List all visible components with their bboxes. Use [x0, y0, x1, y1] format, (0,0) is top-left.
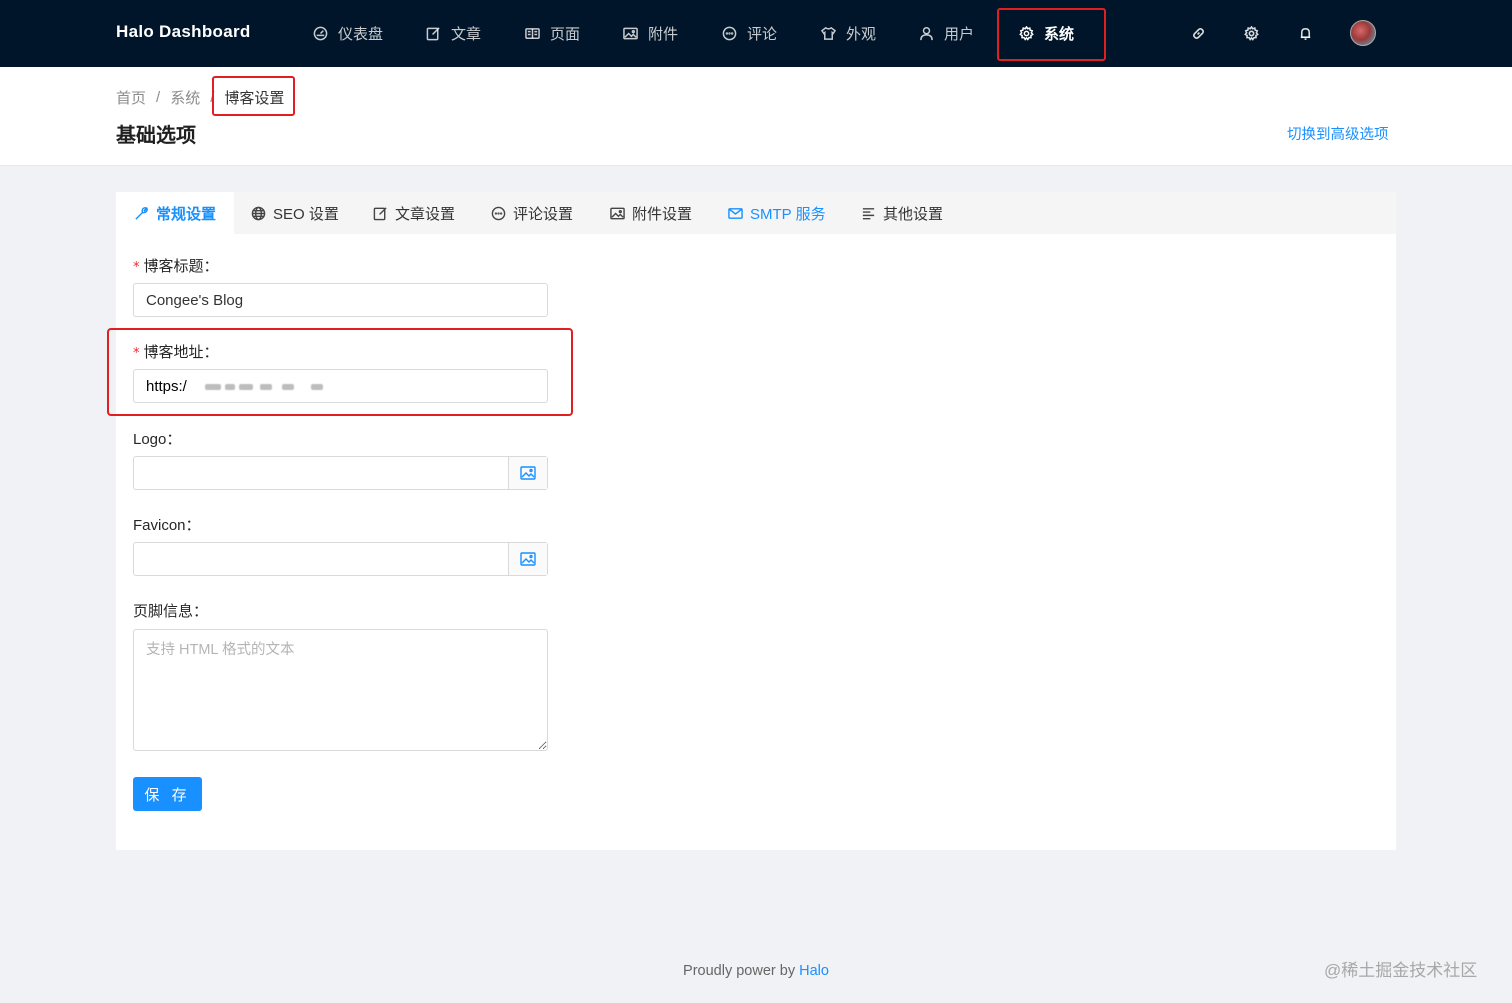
nav-item-label: 附件 — [648, 26, 679, 43]
favicon-label: Favicon： — [133, 517, 201, 534]
page-footer: Proudly power by Halo — [0, 963, 1512, 979]
read-icon — [525, 28, 540, 39]
settings-tabs: 常规设置 SEO 设置 文章设置 评论设置 附件设置 SMTP 服务 其他设置 — [116, 192, 1396, 234]
nav-item-label: 外观 — [846, 26, 877, 43]
nav-item-label: 文章 — [451, 26, 482, 43]
switch-advanced-link[interactable]: 切换到高级选项 — [1287, 123, 1389, 144]
tab-other[interactable]: 其他设置 — [861, 192, 943, 234]
user-icon — [920, 26, 933, 41]
breadcrumb-separator: / — [156, 89, 161, 106]
footer-text: Proudly power by — [683, 963, 800, 979]
brand-logo[interactable]: Halo Dashboard — [116, 22, 251, 42]
picture-icon — [610, 207, 625, 219]
nav-item-users[interactable]: 用户 — [919, 0, 974, 67]
tab-comment[interactable]: 评论设置 — [491, 192, 573, 234]
blog-title-label: * 博客标题： — [133, 258, 219, 275]
picture-icon — [520, 552, 536, 566]
picture-icon — [623, 27, 638, 40]
tab-seo[interactable]: SEO 设置 — [251, 192, 339, 234]
tab-label: 其他设置 — [883, 205, 944, 223]
tab-label: SMTP 服务 — [750, 205, 826, 223]
logo-label: Logo： — [133, 431, 182, 448]
favicon-input[interactable] — [134, 543, 508, 575]
picture-icon — [520, 466, 536, 480]
highlight-box-breadcrumb — [212, 76, 295, 116]
save-button[interactable]: 保 存 — [133, 777, 202, 811]
footer-halo-link[interactable]: Halo — [799, 963, 829, 979]
nav-item-pages[interactable]: 页面 — [525, 0, 580, 67]
footer-info-label: 页脚信息： — [133, 603, 209, 620]
logo-field[interactable] — [133, 456, 548, 490]
favicon-field[interactable] — [133, 542, 548, 576]
highlight-box-blog-url — [107, 328, 573, 416]
settings-card: 常规设置 SEO 设置 文章设置 评论设置 附件设置 SMTP 服务 其他设置 … — [116, 192, 1396, 850]
bell-icon[interactable] — [1297, 24, 1313, 42]
tool-icon — [135, 206, 148, 220]
tab-post[interactable]: 文章设置 — [373, 192, 455, 234]
blog-title-input[interactable] — [133, 283, 548, 317]
nav-item-dashboard[interactable]: 仪表盘 — [313, 0, 383, 67]
link-icon[interactable] — [1190, 24, 1206, 42]
watermark: @稀土掘金技术社区 — [1324, 961, 1478, 980]
avatar[interactable] — [1350, 20, 1376, 46]
tab-label: 文章设置 — [395, 205, 456, 223]
breadcrumb-system[interactable]: 系统 — [170, 87, 200, 108]
tab-label: SEO 设置 — [273, 205, 339, 223]
page-title: 基础选项 — [116, 125, 196, 147]
tab-label: 附件设置 — [632, 205, 693, 223]
message-icon — [722, 26, 737, 41]
align-left-icon — [862, 207, 875, 219]
required-mark: * — [133, 260, 140, 275]
breadcrumb-home[interactable]: 首页 — [116, 87, 146, 108]
nav-item-label: 页面 — [550, 26, 581, 43]
favicon-picker-button[interactable] — [508, 543, 547, 575]
tab-smtp[interactable]: SMTP 服务 — [728, 192, 826, 234]
nav-item-label: 评论 — [747, 26, 778, 43]
settings-icon[interactable] — [1243, 24, 1259, 42]
footer-info-textarea[interactable] — [133, 629, 548, 751]
tab-label: 评论设置 — [513, 205, 574, 223]
nav-item-comments[interactable]: 评论 — [722, 0, 777, 67]
global-icon — [251, 206, 266, 220]
mail-icon — [728, 207, 743, 219]
nav-item-attachments[interactable]: 附件 — [623, 0, 678, 67]
edit-icon — [426, 27, 440, 41]
nav-item-label: 仪表盘 — [338, 26, 384, 43]
highlight-box-system — [997, 8, 1106, 61]
skin-icon — [821, 26, 836, 40]
message-icon — [491, 206, 506, 220]
tab-attachment[interactable]: 附件设置 — [610, 192, 692, 234]
nav-item-posts[interactable]: 文章 — [426, 0, 481, 67]
dashboard-icon — [313, 26, 328, 41]
nav-item-appearance[interactable]: 外观 — [821, 0, 876, 67]
nav-item-label: 用户 — [944, 26, 975, 43]
form-icon — [373, 206, 387, 220]
tab-general[interactable]: 常规设置 — [116, 192, 235, 234]
top-navbar: Halo Dashboard 仪表盘 文章 页面 附件 评论 外观 用户 系统 — [0, 0, 1512, 67]
logo-input[interactable] — [134, 457, 508, 489]
tab-label: 常规设置 — [156, 205, 217, 223]
logo-picker-button[interactable] — [508, 457, 547, 489]
